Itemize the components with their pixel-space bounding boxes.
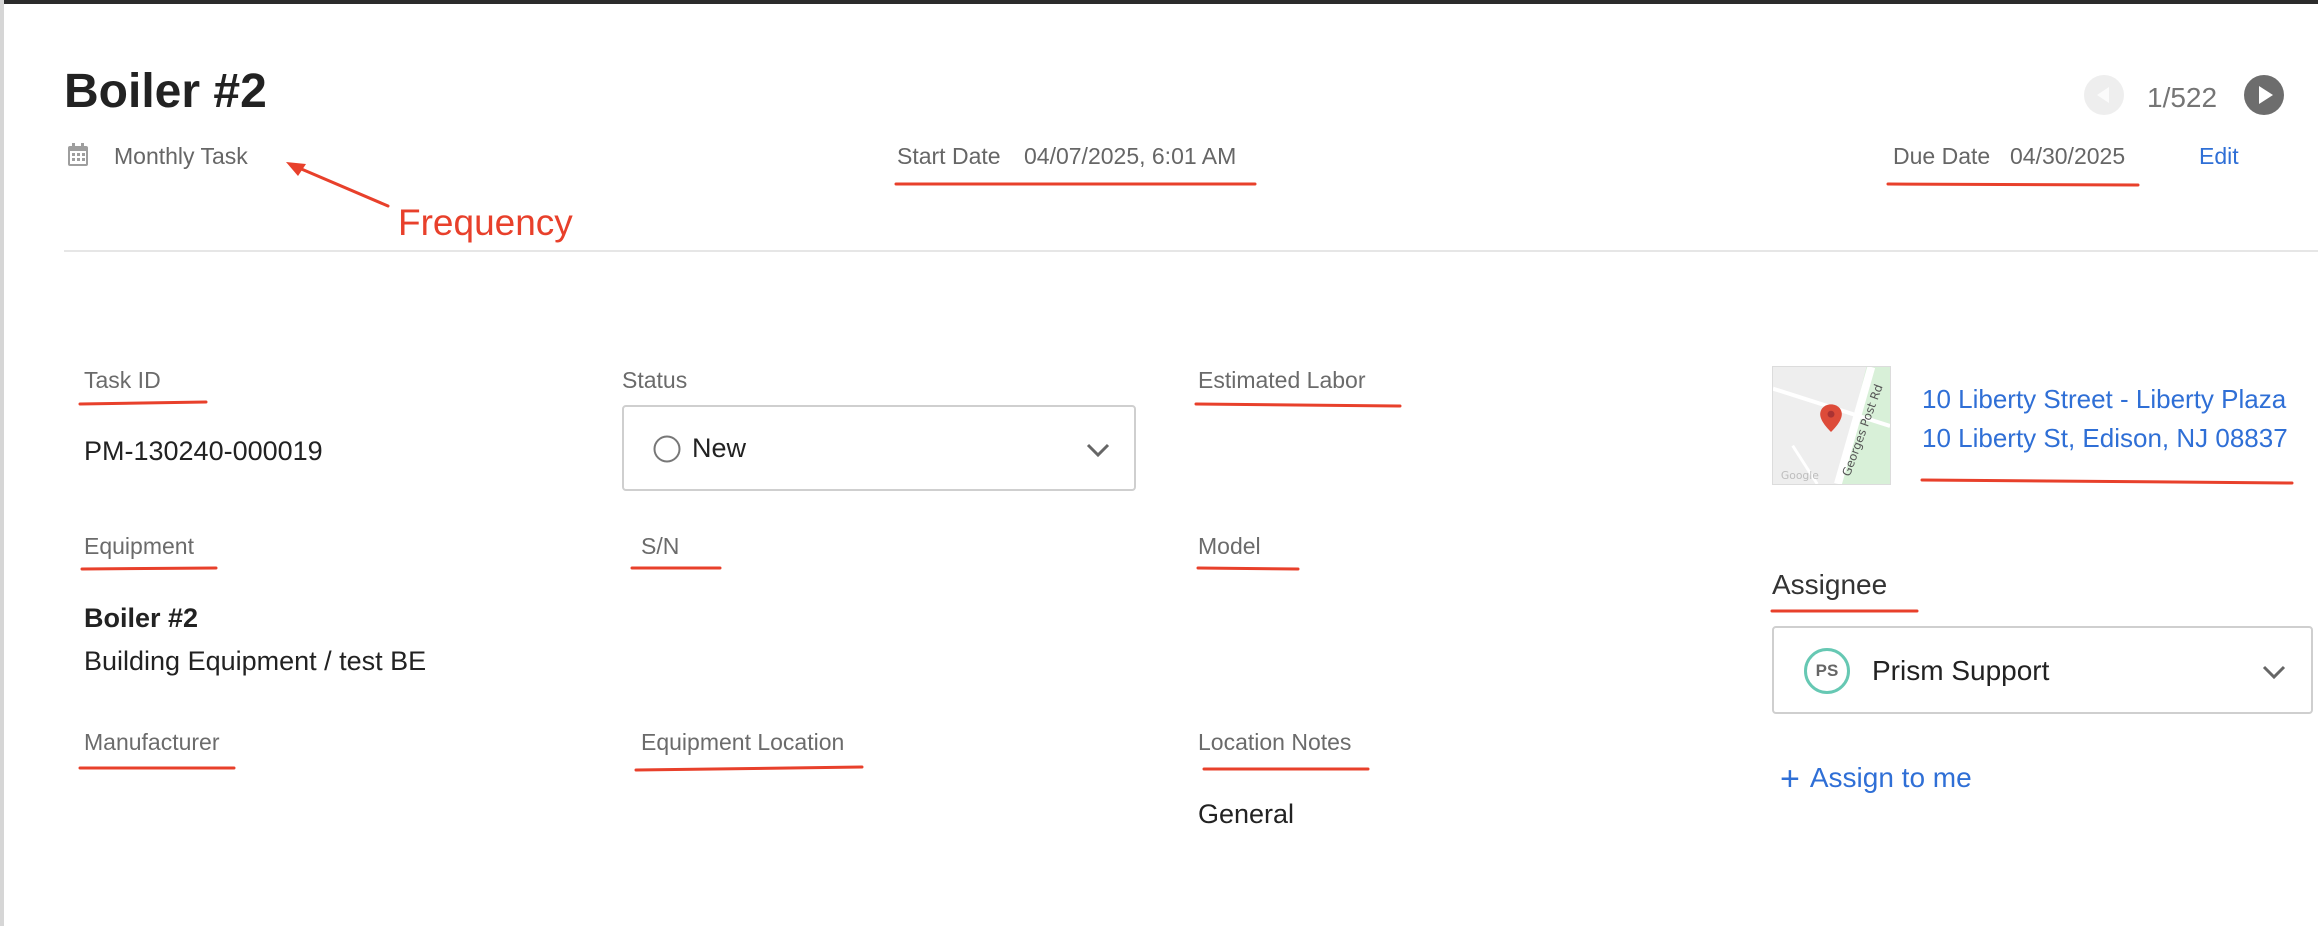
frequency-annotation: Frequency	[398, 202, 573, 243]
annotation-overlay	[78, 162, 2294, 772]
